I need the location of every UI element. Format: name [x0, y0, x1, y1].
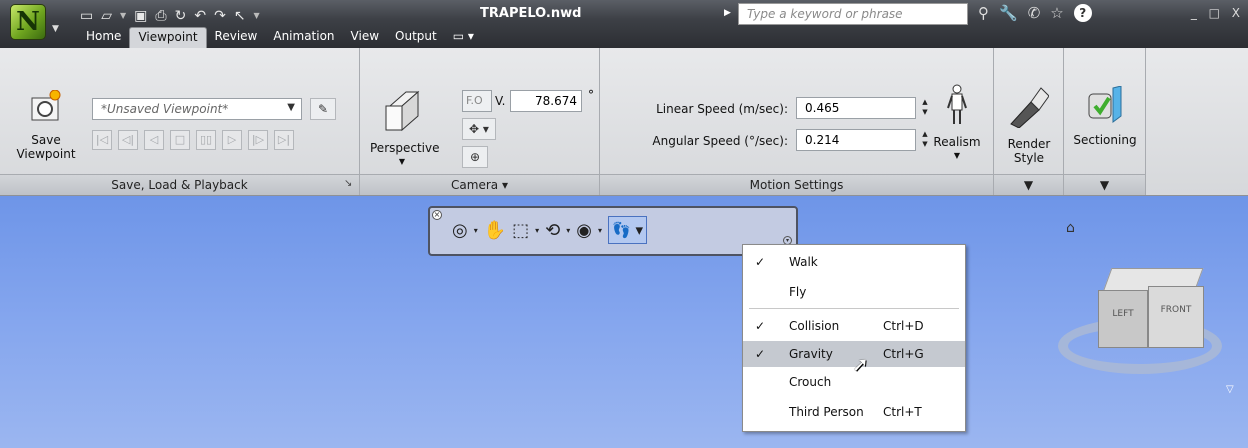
sectioning-button[interactable]: Sectioning — [1068, 85, 1142, 147]
viewcube-menu-icon[interactable]: ▽ — [1226, 384, 1234, 395]
window-title: TRAPELO.nwd — [480, 6, 582, 21]
help-icon[interactable]: ? — [1073, 4, 1092, 22]
look-around-icon[interactable]: ◉ — [576, 220, 592, 241]
binoculars-icon[interactable]: ⚲ — [978, 4, 989, 22]
walk-footprints-icon[interactable]: 👣 ▾ — [608, 216, 648, 244]
viewcube-left-face[interactable]: LEFT — [1098, 290, 1148, 348]
tab-home[interactable]: Home — [78, 27, 129, 48]
flashlight-icon — [998, 84, 1060, 131]
close-icon[interactable]: × — [432, 210, 442, 220]
tab-animation[interactable]: Animation — [265, 27, 342, 48]
chevron-down-icon[interactable]: ▾ — [566, 226, 570, 235]
first-frame-icon[interactable]: |◁ — [92, 130, 112, 150]
chevron-down-icon[interactable]: ▾ — [535, 226, 539, 235]
checkmark-icon: ✓ — [755, 255, 766, 269]
open-dropdown-icon[interactable]: ▼ — [120, 7, 126, 25]
fov-label-suffix: V. — [495, 94, 506, 108]
chevron-down-icon: ▼ — [52, 24, 59, 34]
tab-viewpoint[interactable]: Viewpoint — [129, 27, 207, 48]
sectioning-expand-icon[interactable]: ▼ — [1064, 174, 1145, 195]
chevron-down-icon[interactable]: ▾ — [598, 226, 602, 235]
fov-unit: ° — [588, 88, 594, 102]
viewcube-front-face[interactable]: FRONT — [1148, 286, 1204, 348]
pause-icon[interactable]: ▯▯ — [196, 130, 216, 150]
search-expand-icon[interactable]: ▶ — [724, 8, 731, 18]
dialog-launcher-icon[interactable]: ↘ — [344, 178, 352, 189]
chevron-down-icon: ▼ — [398, 157, 406, 166]
walk-options-menu: ✓ Walk Fly ✓ Collision Ctrl+D ✓ Gravity … — [742, 244, 966, 432]
straighten-camera-icon[interactable]: ⊕ — [462, 146, 488, 168]
refresh-icon[interactable]: ↻ — [175, 7, 187, 25]
favorites-star-icon[interactable]: ☆ — [1050, 4, 1063, 22]
chevron-down-icon[interactable]: ▾ — [474, 226, 478, 235]
perspective-button[interactable]: Perspective ▼ — [370, 88, 440, 169]
menu-item-third-person[interactable]: Third Person Ctrl+T — [743, 399, 965, 425]
stop-icon[interactable]: □ — [170, 130, 190, 150]
undo-icon[interactable]: ↶ — [194, 7, 206, 25]
play-icon[interactable]: ▷ — [222, 130, 242, 150]
customize-qat-icon[interactable]: ▼ — [254, 7, 260, 25]
render-style-expand-icon[interactable]: ▼ — [994, 174, 1063, 195]
communication-icon[interactable]: ✆ — [1028, 4, 1041, 22]
print-icon[interactable]: ⎙ — [155, 7, 166, 25]
home-icon[interactable]: ⌂ — [1066, 220, 1075, 236]
ribbon-tabs: Home Viewpoint Review Animation View Out… — [78, 27, 482, 48]
angular-speed-label: Angular Speed (°/sec): — [652, 134, 788, 148]
navisworks-logo: N — [10, 4, 46, 40]
section-plane-icon — [1068, 85, 1142, 127]
pan-hand-icon[interactable]: ✋ — [484, 220, 506, 241]
quick-access-toolbar: ▭ ▱ ▼ ▣ ⎙ ↻ ↶ ↷ ↖ ▼ — [80, 6, 260, 26]
perspective-box-icon — [370, 88, 434, 135]
zoom-window-icon[interactable]: ⬚ — [512, 220, 529, 241]
last-frame-icon[interactable]: ▷| — [274, 130, 294, 150]
step-back-icon[interactable]: ◁| — [118, 130, 138, 150]
menu-separator — [749, 308, 959, 309]
tab-output[interactable]: Output — [387, 27, 445, 48]
viewcube[interactable]: LEFT FRONT — [1098, 268, 1206, 350]
save-viewpoint-button[interactable]: Save Viewpoint — [14, 89, 78, 161]
new-file-icon[interactable]: ▭ — [80, 7, 93, 25]
tab-extra-dropdown[interactable]: ▭ ▾ — [445, 27, 482, 48]
panel-title-camera[interactable]: Camera ▾ — [360, 174, 599, 195]
fov-field-label: F.O — [462, 90, 492, 112]
menu-item-collision[interactable]: ✓ Collision Ctrl+D — [743, 313, 965, 339]
fov-input[interactable]: 78.674 — [510, 90, 582, 112]
tab-view[interactable]: View — [343, 27, 387, 48]
realism-button[interactable]: Realism ▼ — [922, 84, 992, 163]
checkmark-icon: ✓ — [755, 319, 766, 333]
steering-wheel-icon[interactable]: ◎ — [452, 220, 468, 241]
tab-review[interactable]: Review — [207, 27, 266, 48]
checkmark-icon: ✓ — [755, 347, 766, 361]
panel-title-save-load-playback: Save, Load & Playback — [0, 174, 359, 195]
menu-item-walk[interactable]: ✓ Walk — [743, 249, 965, 275]
select-cursor-icon[interactable]: ↖ — [234, 7, 246, 25]
infocenter-toolbar: ⚲ 🔧 ✆ ☆ ? — [978, 4, 1092, 22]
chevron-down-icon: ▼ — [953, 151, 961, 160]
play-reverse-icon[interactable]: ◁ — [144, 130, 164, 150]
playback-controls: |◁ ◁| ◁ □ ▯▯ ▷ |▷ ▷| — [92, 130, 294, 150]
mouse-pointer-icon: ➚ — [852, 352, 869, 376]
linear-speed-input[interactable]: 0.465 — [796, 97, 916, 119]
panel-title-motion-settings: Motion Settings — [600, 174, 993, 195]
menu-item-fly[interactable]: Fly — [743, 279, 965, 305]
save-icon[interactable]: ▣ — [134, 7, 147, 25]
edit-viewpoint-icon[interactable]: ✎ — [310, 98, 336, 120]
angular-speed-input[interactable]: 0.214 — [796, 129, 916, 151]
search-input[interactable]: Type a keyword or phrase — [738, 3, 968, 25]
subscription-icon[interactable]: 🔧 — [999, 4, 1018, 22]
step-forward-icon[interactable]: |▷ — [248, 130, 268, 150]
camera-icon — [14, 89, 78, 127]
viewpoint-combo[interactable]: *Unsaved Viewpoint* ▼ — [92, 98, 302, 120]
figure-icon — [922, 84, 992, 129]
linear-speed-label: Linear Speed (m/sec): — [656, 102, 788, 116]
window-controls[interactable]: _ □ X — [1191, 6, 1244, 20]
redo-icon[interactable]: ↷ — [214, 7, 226, 25]
orbit-icon[interactable]: ⟲ — [545, 220, 560, 241]
chevron-down-icon: ▼ — [287, 102, 295, 113]
render-style-button[interactable]: Render Style — [998, 84, 1060, 165]
application-menu-button[interactable]: N ▼ — [6, 4, 62, 56]
align-camera-icon[interactable]: ✥ ▾ — [462, 118, 496, 140]
open-folder-icon[interactable]: ▱ — [101, 7, 112, 25]
